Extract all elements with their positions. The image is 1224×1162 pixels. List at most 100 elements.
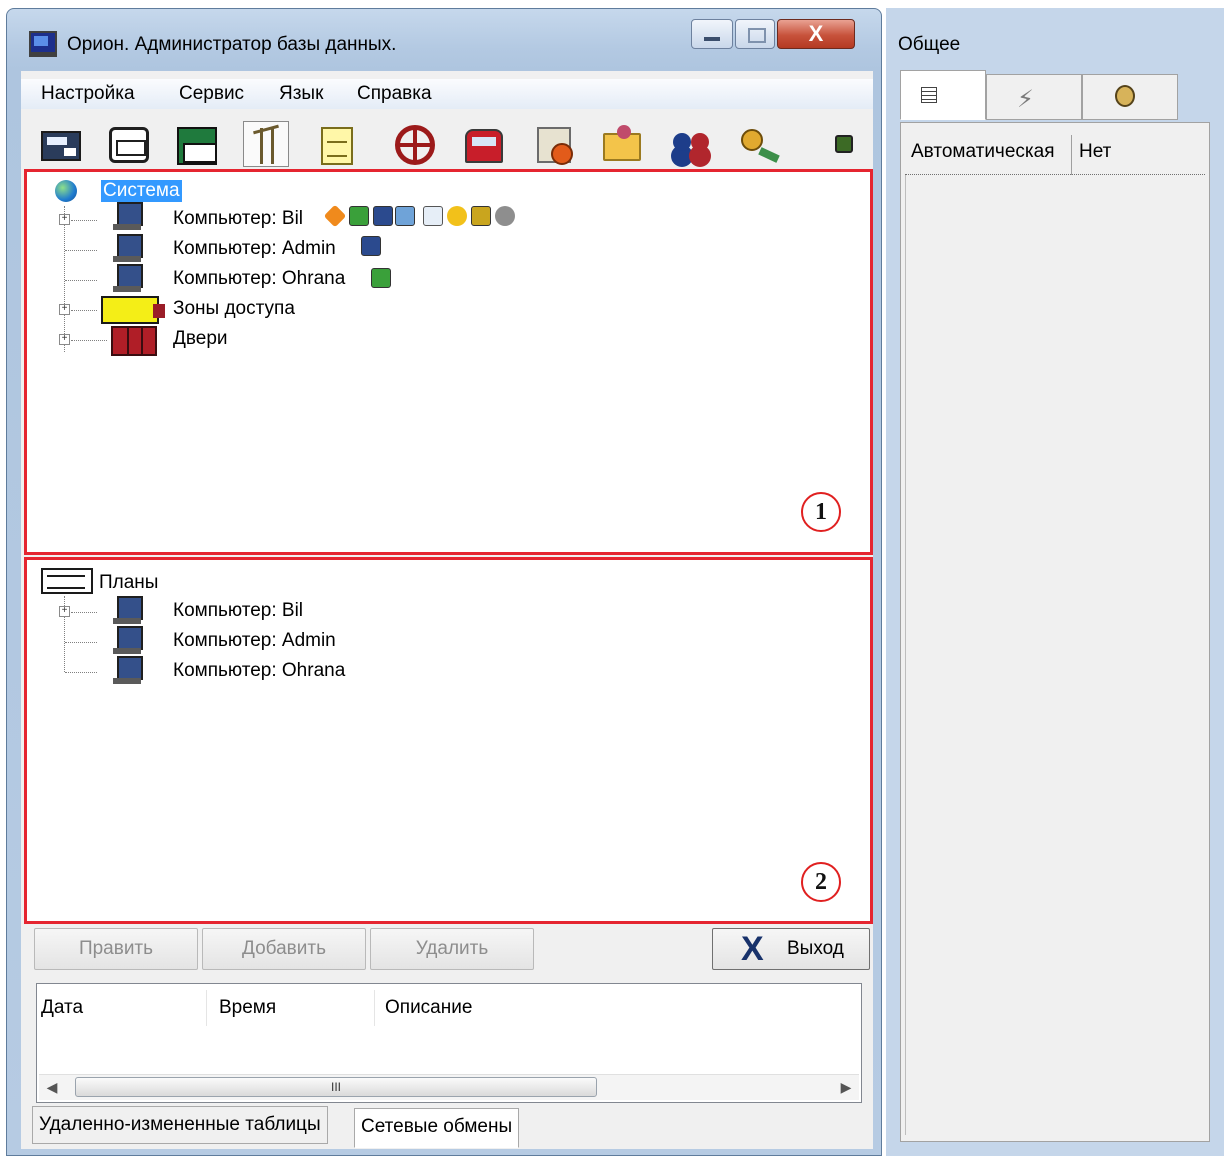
toolbar-personnel-button[interactable] (597, 121, 643, 167)
delete-button[interactable]: Удалить (370, 928, 534, 970)
board-icon (109, 127, 149, 163)
computer-icon (113, 202, 143, 232)
tab-access[interactable] (1082, 74, 1178, 120)
grid-border (905, 175, 906, 1135)
column-header-date[interactable]: Дата (37, 990, 207, 1026)
exit-button[interactable]: X Выход (712, 928, 870, 970)
properties-tabs: ⚡ (900, 70, 1224, 124)
tree-root-plans[interactable]: Планы (99, 572, 158, 594)
property-value[interactable]: Нет (1079, 141, 1111, 163)
toolbar-schedule-button[interactable] (459, 121, 505, 167)
tree-line (65, 672, 97, 673)
expand-icon[interactable]: + (59, 304, 70, 315)
bug-icon (835, 135, 853, 153)
disk-icon (495, 206, 515, 226)
app-icon (29, 31, 57, 57)
document-icon (423, 206, 443, 226)
scroll-left-icon[interactable]: ◀ (41, 1077, 63, 1097)
monitor-icon (373, 206, 393, 226)
toolbar-extra-button[interactable] (821, 121, 867, 167)
toolbar-computers-button[interactable] (37, 121, 83, 167)
tab-remote-tables[interactable]: Удаленно-измененные таблицы (32, 1106, 328, 1144)
tree-item-access-zones[interactable]: Зоны доступа (173, 298, 295, 320)
list-icon (921, 87, 937, 103)
scroll-right-icon[interactable]: ▶ (835, 1077, 857, 1097)
toolbar-access-button[interactable] (243, 121, 289, 167)
tree-item-computer-ohrana[interactable]: Компьютер: Ohrana (173, 268, 345, 290)
lightning-icon: ⚡ (1017, 86, 1034, 113)
maximize-button[interactable] (735, 19, 775, 49)
sun-icon (447, 206, 467, 226)
tree-item-computer-bil[interactable]: Компьютер: Bil (173, 208, 303, 230)
tree-line (71, 220, 97, 221)
properties-body: Автоматическая Нет (900, 122, 1210, 1142)
tab-network-exchange[interactable]: Сетевые обмены (354, 1108, 520, 1148)
plan-icon (41, 568, 93, 594)
toolbar-controllers-button[interactable] (173, 121, 219, 167)
plan-item-computer-bil[interactable]: Компьютер: Bil (173, 600, 303, 622)
tab-events[interactable]: ⚡ (986, 74, 1082, 120)
tree-line (71, 612, 97, 613)
folder-user-icon (603, 125, 641, 161)
toolbar-scenarios-button[interactable] (389, 121, 435, 167)
edit-button[interactable]: Править (34, 928, 198, 970)
toolbar-users-button[interactable] (665, 121, 711, 167)
expand-icon[interactable]: + (59, 334, 70, 345)
tree-item-doors[interactable]: Двери (173, 328, 228, 350)
window-title: Орион. Администратор базы данных. (67, 34, 397, 55)
properties-title: Общее (898, 34, 961, 55)
toolbar-devices-button[interactable] (105, 121, 151, 167)
tab-general[interactable] (900, 70, 986, 120)
minimize-button[interactable] (691, 19, 733, 49)
users-icon (671, 133, 711, 161)
property-row[interactable]: Автоматическая Нет (905, 135, 1205, 175)
column-header-time[interactable]: Время (215, 990, 375, 1026)
toolbar-keys-button[interactable] (733, 121, 779, 167)
green-device-icon (349, 206, 369, 226)
plan-item-computer-admin[interactable]: Компьютер: Admin (173, 630, 336, 652)
tree-item-computer-admin[interactable]: Компьютер: Admin (173, 238, 336, 260)
gear-icon (471, 206, 491, 226)
monitor-icon (361, 236, 381, 256)
menu-help[interactable]: Справка (357, 83, 432, 105)
log-table[interactable]: Дата Время Описание ◀ III ▶ (36, 983, 862, 1103)
add-button[interactable]: Добавить (202, 928, 366, 970)
globe-icon (55, 180, 77, 202)
computer-icon (113, 596, 143, 626)
key-icon (741, 129, 763, 151)
tree-line (65, 642, 97, 643)
wheel-icon (395, 125, 435, 165)
grid-divider (1071, 135, 1072, 175)
menu-language[interactable]: Язык (279, 83, 323, 105)
person-icon (1115, 85, 1135, 107)
book-icon (395, 206, 415, 226)
title-bar[interactable]: Орион. Администратор базы данных. X (7, 9, 881, 71)
note-icon (321, 127, 353, 165)
plan-item-computer-ohrana[interactable]: Компьютер: Ohrana (173, 660, 345, 682)
access-zone-icon (101, 296, 165, 324)
annotation-badge-1: 1 (801, 492, 841, 532)
plans-tree-panel[interactable]: Планы + Компьютер: Bil Компьютер: Admin … (24, 557, 873, 924)
expand-icon[interactable]: + (59, 214, 70, 225)
horizontal-scrollbar[interactable]: ◀ III ▶ (39, 1074, 859, 1100)
property-name: Автоматическая (911, 141, 1055, 162)
toolbar-time-button[interactable] (529, 121, 575, 167)
scrollbar-thumb[interactable]: III (75, 1077, 597, 1097)
expand-icon[interactable]: + (59, 606, 70, 617)
computer-icon (113, 264, 143, 294)
exit-icon: X (741, 930, 764, 968)
tree-line (71, 310, 97, 311)
menu-service[interactable]: Сервис (179, 83, 244, 105)
tower-icon (260, 128, 274, 164)
tree-root-system[interactable]: Система (101, 180, 182, 202)
menu-settings[interactable]: Настройка (41, 83, 135, 105)
tree-line (65, 250, 97, 251)
close-icon: X (808, 21, 824, 46)
green-device-icon (371, 268, 391, 288)
clock-icon (537, 127, 573, 165)
close-button[interactable]: X (777, 19, 855, 49)
system-tree-panel[interactable]: Система + Компьютер: Bil Компьютер: Admi… (24, 169, 873, 555)
column-header-description[interactable]: Описание (381, 990, 859, 1026)
properties-panel: Общее ⚡ Автоматическая Нет (886, 8, 1224, 1156)
toolbar-notes-button[interactable] (313, 121, 359, 167)
